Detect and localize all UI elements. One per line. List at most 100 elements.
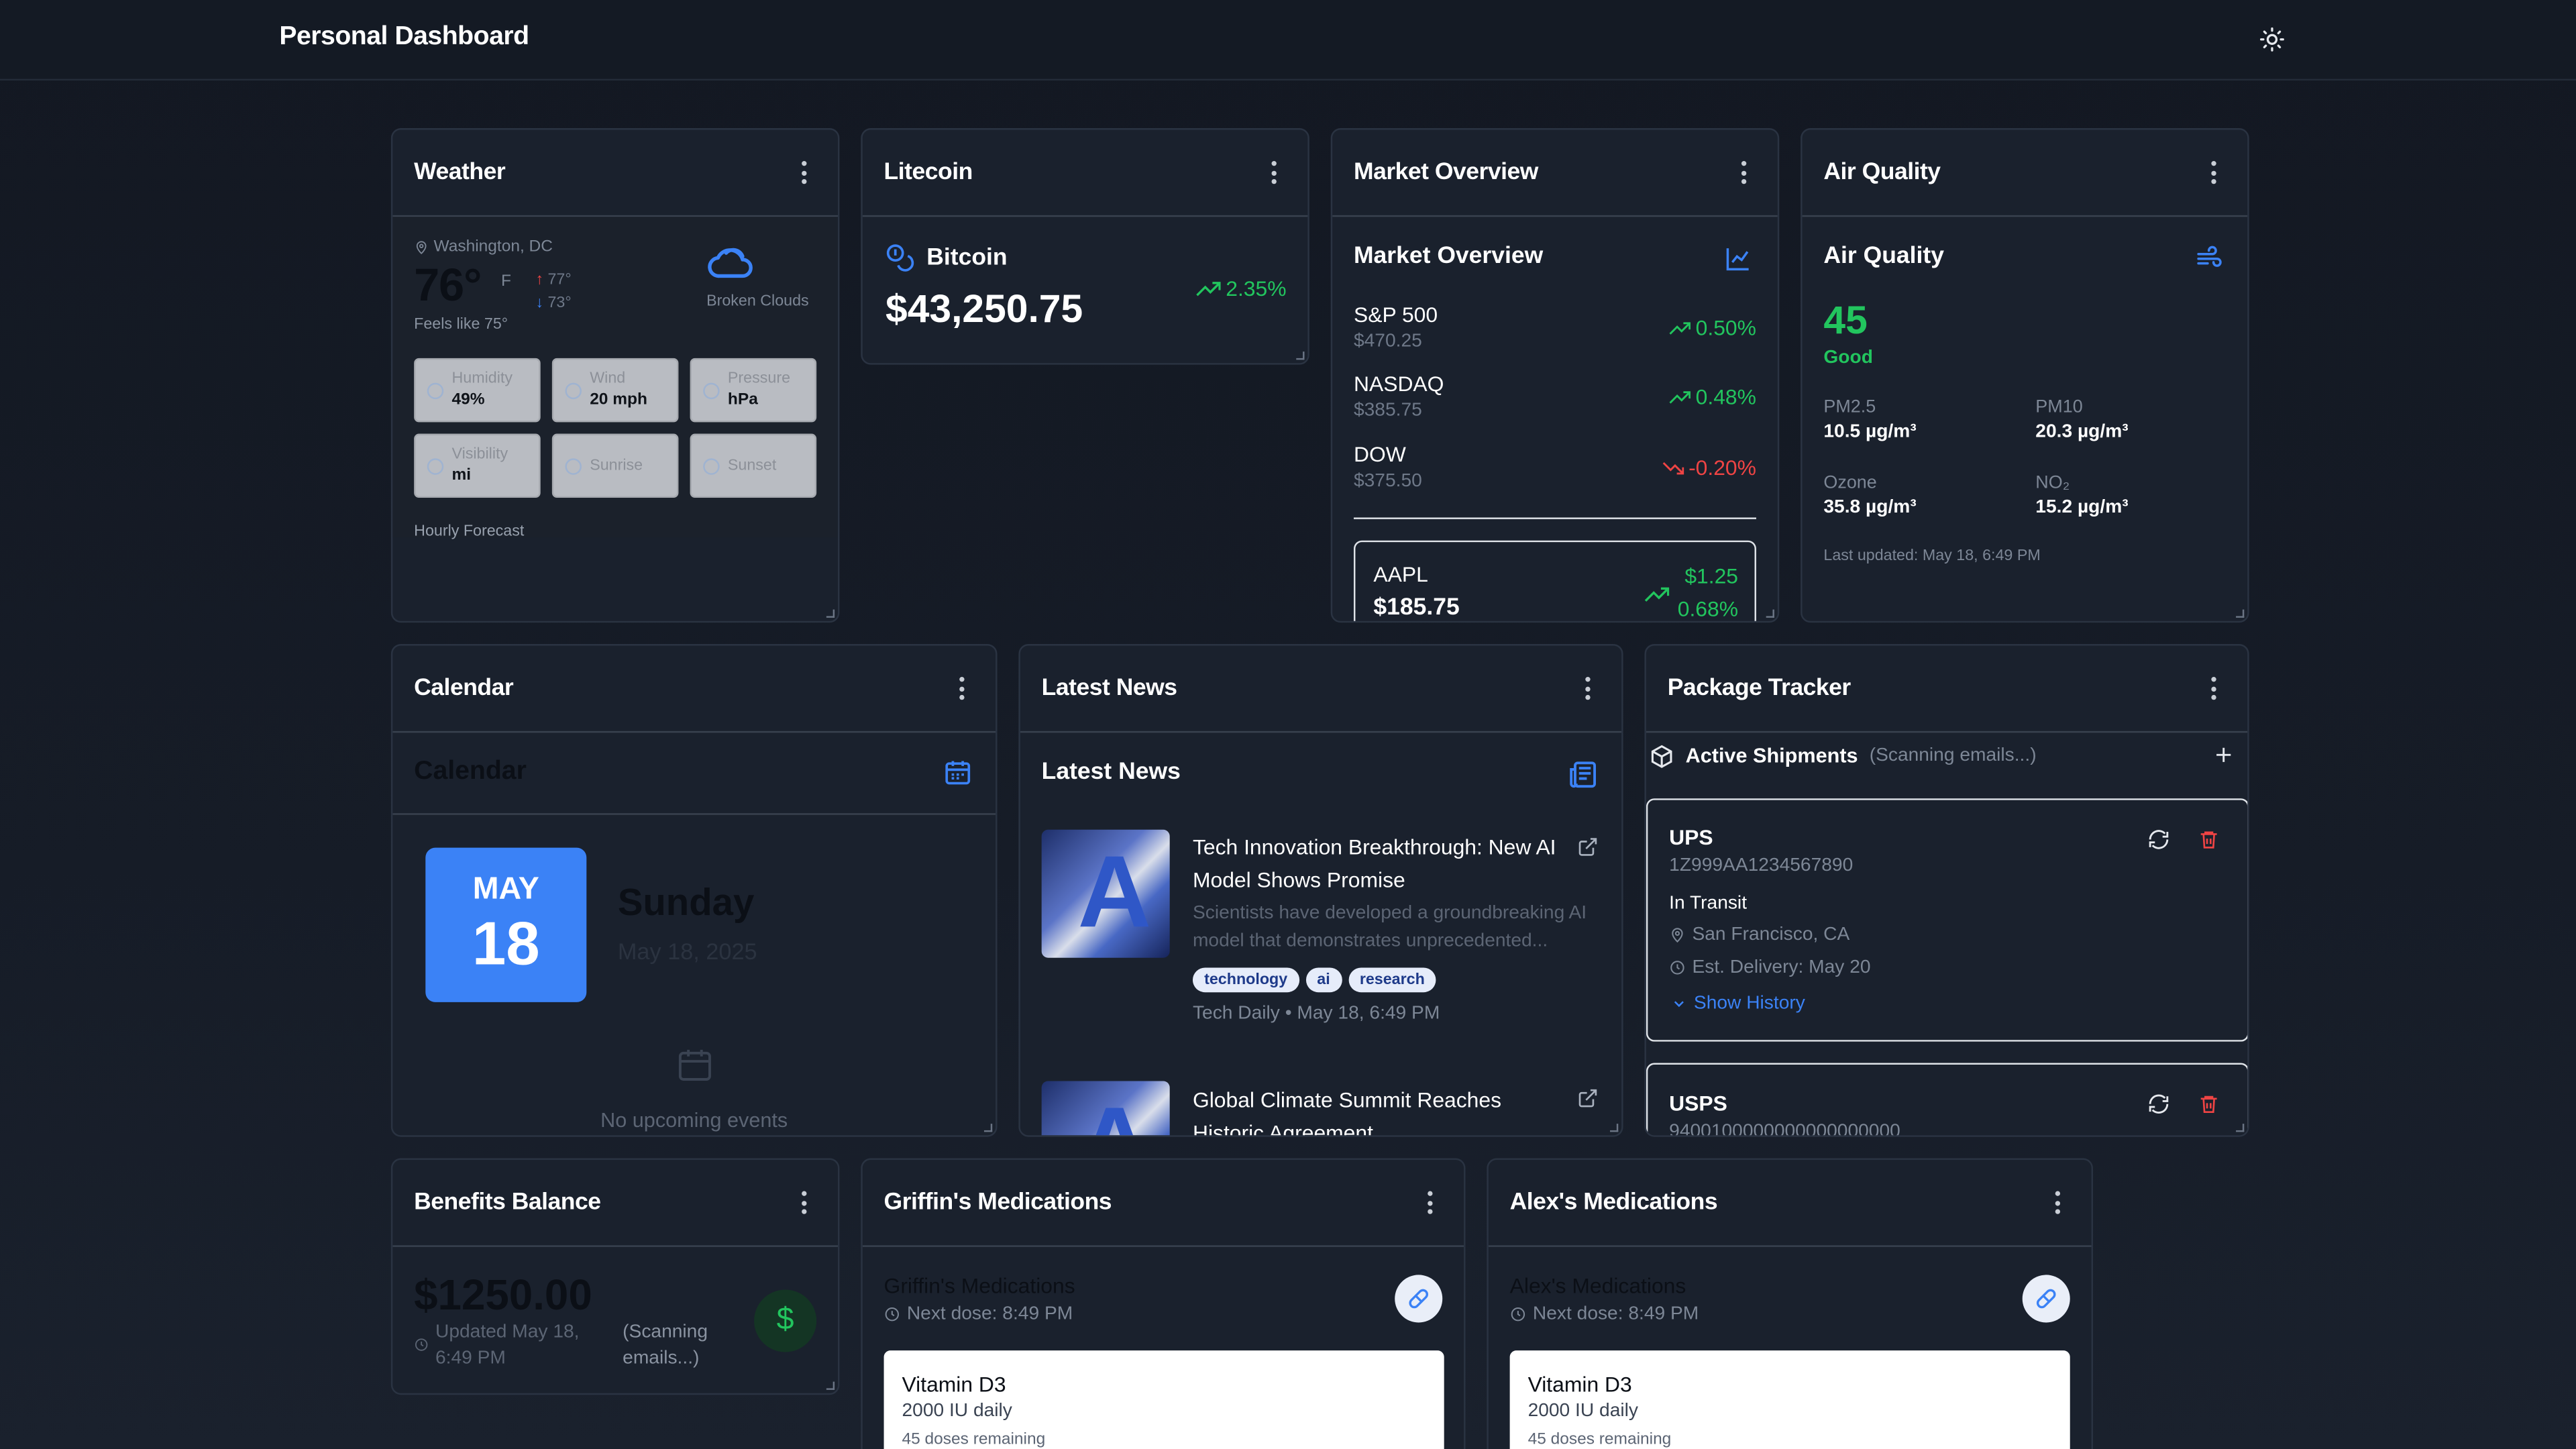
more-menu-icon[interactable] bbox=[2200, 160, 2226, 186]
card-title: Weather bbox=[414, 159, 506, 186]
arrow-down-icon: ↓ bbox=[535, 294, 544, 313]
more-menu-icon[interactable] bbox=[1730, 160, 1756, 186]
droplet-icon bbox=[427, 382, 444, 400]
refresh-icon[interactable] bbox=[2147, 1093, 2170, 1116]
resize-handle[interactable] bbox=[1766, 609, 1774, 618]
news-summary: Scientists have developed a groundbreaki… bbox=[1192, 903, 1587, 951]
temp-high: ↑ 77° bbox=[535, 271, 572, 290]
wind-tile: Wind 20 mph bbox=[551, 358, 679, 423]
calendar-icon[interactable] bbox=[943, 757, 973, 787]
carrier-name: USPS bbox=[1669, 1091, 1727, 1116]
more-menu-icon[interactable] bbox=[790, 1189, 816, 1216]
medication-item[interactable]: Vitamin D3 2000 IU daily 45 doses remain… bbox=[883, 1350, 1444, 1449]
index-row[interactable]: NASDAQ $385.75 0.48% bbox=[1354, 371, 1756, 437]
medications-subtitle: Alex's Medications bbox=[1509, 1273, 1686, 1298]
package-icon bbox=[1651, 744, 1672, 767]
weather-location: Washington, DC bbox=[414, 238, 553, 256]
clock-icon bbox=[1511, 1307, 1525, 1322]
card-title: Calendar bbox=[414, 675, 514, 702]
tag[interactable]: ai bbox=[1305, 967, 1342, 993]
add-medication-button[interactable] bbox=[1395, 1275, 1443, 1323]
card-title: Latest News bbox=[1041, 675, 1177, 702]
temperature: 76° bbox=[414, 259, 482, 311]
scanning-status: (Scanning emails...) bbox=[1869, 745, 2037, 766]
news-headline[interactable]: Tech Innovation Breakthrough: New AI Mod… bbox=[1193, 831, 1558, 896]
resize-handle[interactable] bbox=[2236, 1124, 2245, 1132]
more-menu-icon[interactable] bbox=[790, 160, 816, 186]
stock-change-amount: $1.25 bbox=[1684, 564, 1739, 588]
resize-handle[interactable] bbox=[1296, 352, 1305, 360]
weather-body: Washington, DC 76° F ↑ 77° ↓ 73° Feels l… bbox=[392, 217, 838, 541]
resize-handle[interactable] bbox=[826, 609, 835, 618]
theme-toggle-button[interactable] bbox=[2255, 23, 2288, 56]
external-link-icon[interactable] bbox=[1577, 1087, 1599, 1109]
more-menu-icon[interactable] bbox=[1416, 1189, 1442, 1216]
resize-handle[interactable] bbox=[983, 1124, 993, 1132]
metric-pm25: PM2.5 10.5 µg/m³ bbox=[1823, 397, 1917, 442]
date-day: 18 bbox=[472, 910, 540, 978]
litecoin-card: Litecoin Bitcoin $43,250.75 2.35% bbox=[861, 128, 1309, 365]
eye-icon bbox=[427, 458, 444, 475]
news-thumbnail[interactable]: A bbox=[1041, 829, 1170, 958]
news-headline[interactable]: Global Climate Summit Reaches Historic A… bbox=[1193, 1084, 1558, 1135]
stock-card[interactable]: AAPL $185.75 $1.25 0.68% bbox=[1353, 540, 1756, 621]
coin-change: 2.35% bbox=[1196, 276, 1287, 301]
medication-name: Vitamin D3 bbox=[1527, 1371, 1632, 1397]
card-title: Litecoin bbox=[883, 159, 973, 186]
package-eta: Est. Delivery: May 20 bbox=[1669, 958, 1871, 977]
index-row[interactable]: S&P 500 $470.25 0.50% bbox=[1354, 303, 1756, 368]
trending-up-icon bbox=[1669, 321, 1691, 334]
temperature-unit: F bbox=[500, 272, 511, 291]
calendar-card: Calendar Calendar MAY 18 Sunday May 18, … bbox=[390, 644, 998, 1137]
alex-medications-card: Alex's Medications Alex's Medications Ne… bbox=[1487, 1158, 2094, 1449]
more-menu-icon[interactable] bbox=[1574, 676, 1600, 702]
refresh-icon[interactable] bbox=[2147, 828, 2170, 851]
calendar-empty-icon bbox=[678, 1049, 711, 1081]
sun-icon bbox=[2260, 27, 2284, 52]
package-item[interactable]: UPS 1Z999AA1234567890 In Transit San Fra… bbox=[1646, 798, 2248, 1042]
chevron-down-icon bbox=[1674, 1001, 1684, 1008]
news-meta: Tech Daily • May 18, 6:49 PM bbox=[1192, 1004, 1440, 1024]
resize-handle[interactable] bbox=[2236, 609, 2245, 618]
more-menu-icon[interactable] bbox=[2044, 1189, 2070, 1216]
hourly-forecast-label: Hourly Forecast bbox=[414, 522, 525, 541]
divider bbox=[1353, 517, 1756, 519]
card-header: Griffin's Medications bbox=[862, 1160, 1464, 1247]
market-subtitle: Market Overview bbox=[1353, 243, 1544, 270]
package-status: In Transit bbox=[1669, 894, 1748, 914]
package-item[interactable]: USPS 9400100000000000000000 bbox=[1646, 1063, 2248, 1136]
top-bar: Personal Dashboard bbox=[0, 0, 2576, 81]
external-link-icon[interactable] bbox=[1577, 837, 1599, 858]
wind-icon bbox=[565, 382, 582, 400]
more-menu-icon[interactable] bbox=[948, 676, 974, 702]
map-pin-icon bbox=[416, 241, 427, 255]
thumbnail-letter: A bbox=[1078, 1093, 1152, 1135]
show-history-button[interactable]: Show History bbox=[1671, 994, 1805, 1014]
resize-handle[interactable] bbox=[826, 1381, 835, 1390]
tag[interactable]: technology bbox=[1192, 967, 1299, 993]
calendar-subtitle: Calendar bbox=[414, 757, 527, 786]
add-medication-button[interactable] bbox=[2022, 1275, 2070, 1323]
wind-icon bbox=[2197, 246, 2222, 267]
card-header: Air Quality bbox=[1802, 129, 2248, 217]
dollar-icon: $ bbox=[754, 1289, 817, 1352]
plus-icon[interactable] bbox=[2213, 744, 2235, 765]
trash-icon[interactable] bbox=[2198, 828, 2220, 851]
more-menu-icon[interactable] bbox=[2200, 676, 2226, 702]
news-thumbnail[interactable]: A bbox=[1041, 1081, 1170, 1136]
card-title: Air Quality bbox=[1823, 159, 1941, 186]
medication-item[interactable]: Vitamin D3 2000 IU daily 45 doses remain… bbox=[1509, 1350, 2070, 1449]
medication-dose: 2000 IU daily bbox=[902, 1401, 1012, 1421]
coin-name: Bitcoin bbox=[926, 244, 1008, 272]
doses-remaining: 45 doses remaining bbox=[902, 1431, 1046, 1449]
trash-icon[interactable] bbox=[2198, 1093, 2220, 1116]
pill-icon bbox=[1409, 1289, 1429, 1309]
resize-handle[interactable] bbox=[1610, 1124, 1619, 1132]
next-dose: Next dose: 8:49 PM bbox=[884, 1305, 1073, 1324]
more-menu-icon[interactable] bbox=[1260, 160, 1286, 186]
index-row[interactable]: DOW $375.50 -0.20% bbox=[1354, 442, 1756, 508]
medication-name: Vitamin D3 bbox=[902, 1371, 1006, 1397]
air-quality-card: Air Quality Air Quality 45 Good PM2.5 10… bbox=[1801, 128, 2249, 623]
tag[interactable]: research bbox=[1348, 967, 1436, 993]
weather-condition: Broken Clouds bbox=[706, 292, 809, 311]
